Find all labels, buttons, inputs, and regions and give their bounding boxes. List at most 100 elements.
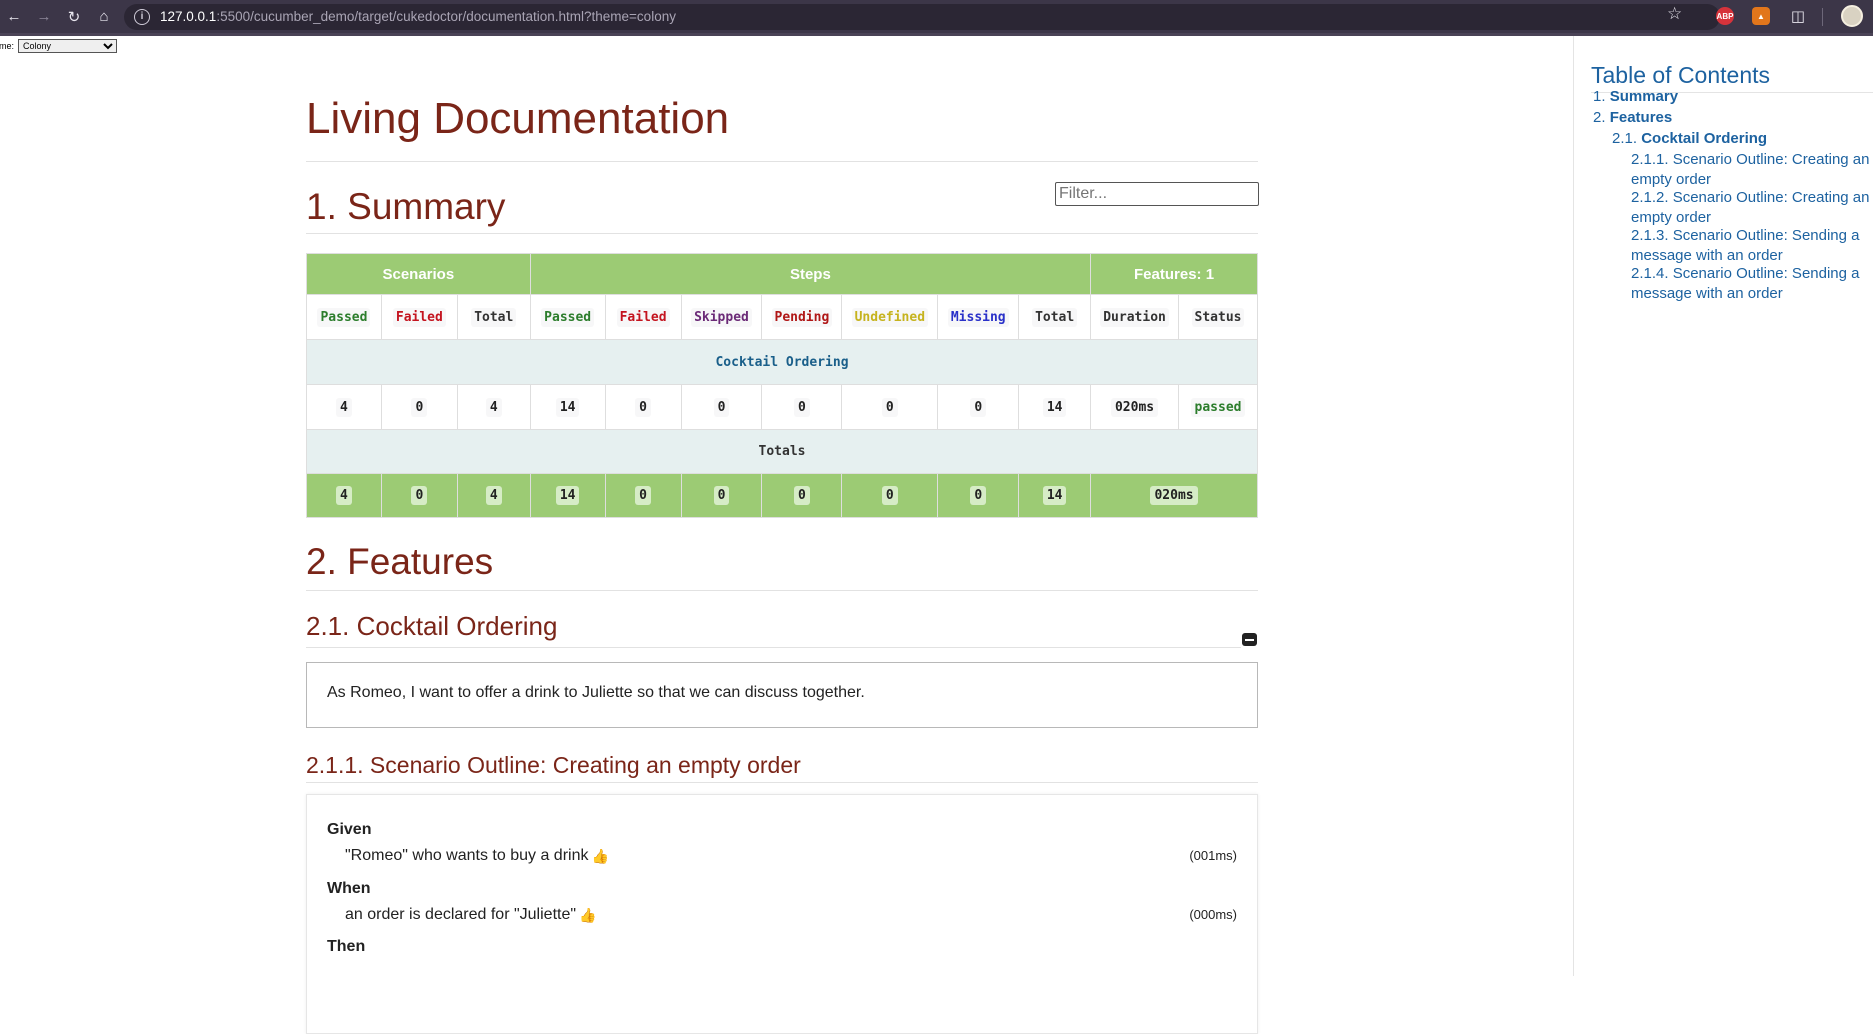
total-cell: 4: [456, 473, 531, 518]
col-steps-missing: Missing: [937, 294, 1020, 340]
toc-item-summary[interactable]: 1. Summary: [1593, 87, 1678, 107]
total-cell: 0: [680, 473, 763, 518]
toc-item-cocktail-ordering[interactable]: 2.1. Cocktail Ordering: [1612, 129, 1767, 149]
feature-description: As Romeo, I want to offer a drink to Jul…: [306, 662, 1258, 728]
steps-header: Steps: [529, 253, 1092, 295]
value-cell: 0: [937, 384, 1020, 430]
step-row: "Romeo" who wants to buy a drink 👍: [345, 847, 609, 865]
total-cell: 0: [604, 473, 682, 518]
theme-label: eme:: [0, 41, 15, 51]
col-steps-total: Total: [1018, 294, 1092, 340]
bookmark-star-icon[interactable]: ☆: [1667, 4, 1682, 24]
thumbs-up-icon: 👍: [579, 906, 597, 923]
column-header-row: Passed Failed Total Passed Failed Skippe…: [306, 294, 1258, 340]
adblock-extension-icon[interactable]: ABP: [1716, 7, 1734, 25]
group-header-row: Scenarios Steps Features: 1: [306, 253, 1258, 295]
summary-divider: [306, 233, 1258, 234]
status-cell: passed: [1178, 384, 1258, 430]
url-text[interactable]: 127.0.0.1:5500/cucumber_demo/target/cuke…: [160, 9, 676, 24]
scenarios-header: Scenarios: [306, 253, 531, 295]
scenario-divider: [306, 782, 1258, 783]
feature-name-cell[interactable]: Cocktail Ordering: [306, 339, 1258, 385]
value-cell: 4: [456, 384, 531, 430]
toolbar-divider: [1822, 8, 1823, 26]
scenario-heading: 2.1.1. Scenario Outline: Creating an emp…: [306, 752, 801, 778]
toc-item-scenario-3[interactable]: 2.1.3. Scenario Outline: Sending a messag…: [1631, 226, 1860, 266]
step-text: an order is declared for "Juliette": [345, 906, 577, 923]
features-heading: 2. Features: [306, 541, 494, 582]
col-scenarios-total: Total: [456, 294, 531, 340]
step-duration: (000ms): [1189, 907, 1237, 922]
value-cell: 0: [680, 384, 763, 430]
back-icon[interactable]: ←: [0, 3, 28, 31]
col-steps-skipped: Skipped: [680, 294, 763, 340]
theme-select[interactable]: Colony: [18, 39, 118, 53]
summary-table: Scenarios Steps Features: 1 Passed Faile…: [306, 253, 1258, 518]
total-cell: 14: [1018, 473, 1092, 518]
step-row: an order is declared for "Juliette" 👍: [345, 906, 596, 924]
profile-avatar[interactable]: [1841, 5, 1863, 27]
feature-divider: [306, 647, 1241, 648]
col-scenarios-failed: Failed: [380, 294, 458, 340]
address-bar[interactable]: i 127.0.0.1:5500/cucumber_demo/target/cu…: [124, 3, 1720, 30]
collapse-toggle-icon[interactable]: [1242, 633, 1257, 646]
total-cell: 14: [529, 473, 606, 518]
feature-heading: 2.1. Cocktail Ordering: [306, 611, 558, 641]
features-count-header: Features: 1: [1090, 253, 1258, 295]
metamask-extension-icon[interactable]: ▲: [1752, 7, 1770, 25]
total-duration-cell: 020ms: [1090, 473, 1258, 518]
col-steps-pending: Pending: [761, 294, 843, 340]
totals-label-row: Totals: [306, 429, 1258, 474]
extensions-puzzle-icon[interactable]: ◫: [1789, 7, 1807, 25]
value-cell: 14: [1018, 384, 1092, 430]
filter-input[interactable]: [1055, 182, 1259, 206]
col-steps-passed: Passed: [529, 294, 606, 340]
total-cell: 0: [380, 473, 458, 518]
step-keyword-when: When: [327, 880, 371, 897]
theme-selector: eme: Colony: [0, 39, 118, 53]
col-steps-failed: Failed: [604, 294, 682, 340]
col-scenarios-passed: Passed: [306, 294, 382, 340]
toc-title: Table of Contents: [1591, 62, 1771, 88]
toc-item-features[interactable]: 2. Features: [1593, 108, 1672, 128]
total-cell: 0: [841, 473, 939, 518]
status-badge: passed: [1190, 397, 1246, 417]
value-cell: 0: [604, 384, 682, 430]
page-title: Living Documentation: [306, 94, 730, 143]
feature-link[interactable]: Cocktail Ordering: [715, 355, 848, 370]
step-duration: (001ms): [1189, 848, 1237, 863]
title-divider: [306, 161, 1258, 162]
toc-item-scenario-2[interactable]: 2.1.2. Scenario Outline: Creating an empt…: [1631, 188, 1869, 228]
toc-item-scenario-1[interactable]: 2.1.1. Scenario Outline: Creating an empt…: [1631, 150, 1869, 190]
total-cell: 0: [937, 473, 1020, 518]
value-cell: 4: [306, 384, 382, 430]
features-divider: [306, 590, 1258, 591]
total-cell: 0: [761, 473, 843, 518]
summary-heading: 1. Summary: [306, 186, 506, 227]
total-cell: 4: [306, 473, 382, 518]
totals-row: 4 0 4 14 0 0 0 0 0 14 020ms: [306, 473, 1258, 518]
site-info-icon[interactable]: i: [134, 8, 150, 25]
value-cell: 0: [380, 384, 458, 430]
col-steps-undefined: Undefined: [841, 294, 939, 340]
scenario-steps-box: Given "Romeo" who wants to buy a drink 👍…: [306, 794, 1258, 1034]
step-text: "Romeo" who wants to buy a drink: [345, 847, 589, 864]
feature-values-row: 4 0 4 14 0 0 0 0 0 14 020ms passed: [306, 384, 1258, 430]
toc-item-scenario-4[interactable]: 2.1.4. Scenario Outline: Sending a messag…: [1631, 264, 1860, 304]
col-duration: Duration: [1090, 294, 1180, 340]
value-cell: 14: [529, 384, 606, 430]
totals-label: Totals: [306, 429, 1258, 474]
home-icon[interactable]: ⌂: [90, 3, 118, 31]
forward-icon[interactable]: →: [30, 3, 58, 31]
reload-icon[interactable]: ↻: [60, 3, 88, 31]
browser-toolbar: ← → ↻ ⌂ i 127.0.0.1:5500/cucumber_demo/t…: [0, 0, 1873, 33]
value-cell: 0: [761, 384, 843, 430]
value-cell: 0: [841, 384, 939, 430]
step-keyword-given: Given: [327, 821, 372, 838]
duration-cell: 020ms: [1090, 384, 1180, 430]
step-keyword-then: Then: [327, 938, 366, 955]
thumbs-up-icon: 👍: [591, 847, 609, 864]
col-status: Status: [1178, 294, 1258, 340]
feature-name-row: Cocktail Ordering: [306, 339, 1258, 385]
toc-panel: Table of Contents 1. Summary 2. Features…: [1573, 36, 1873, 976]
